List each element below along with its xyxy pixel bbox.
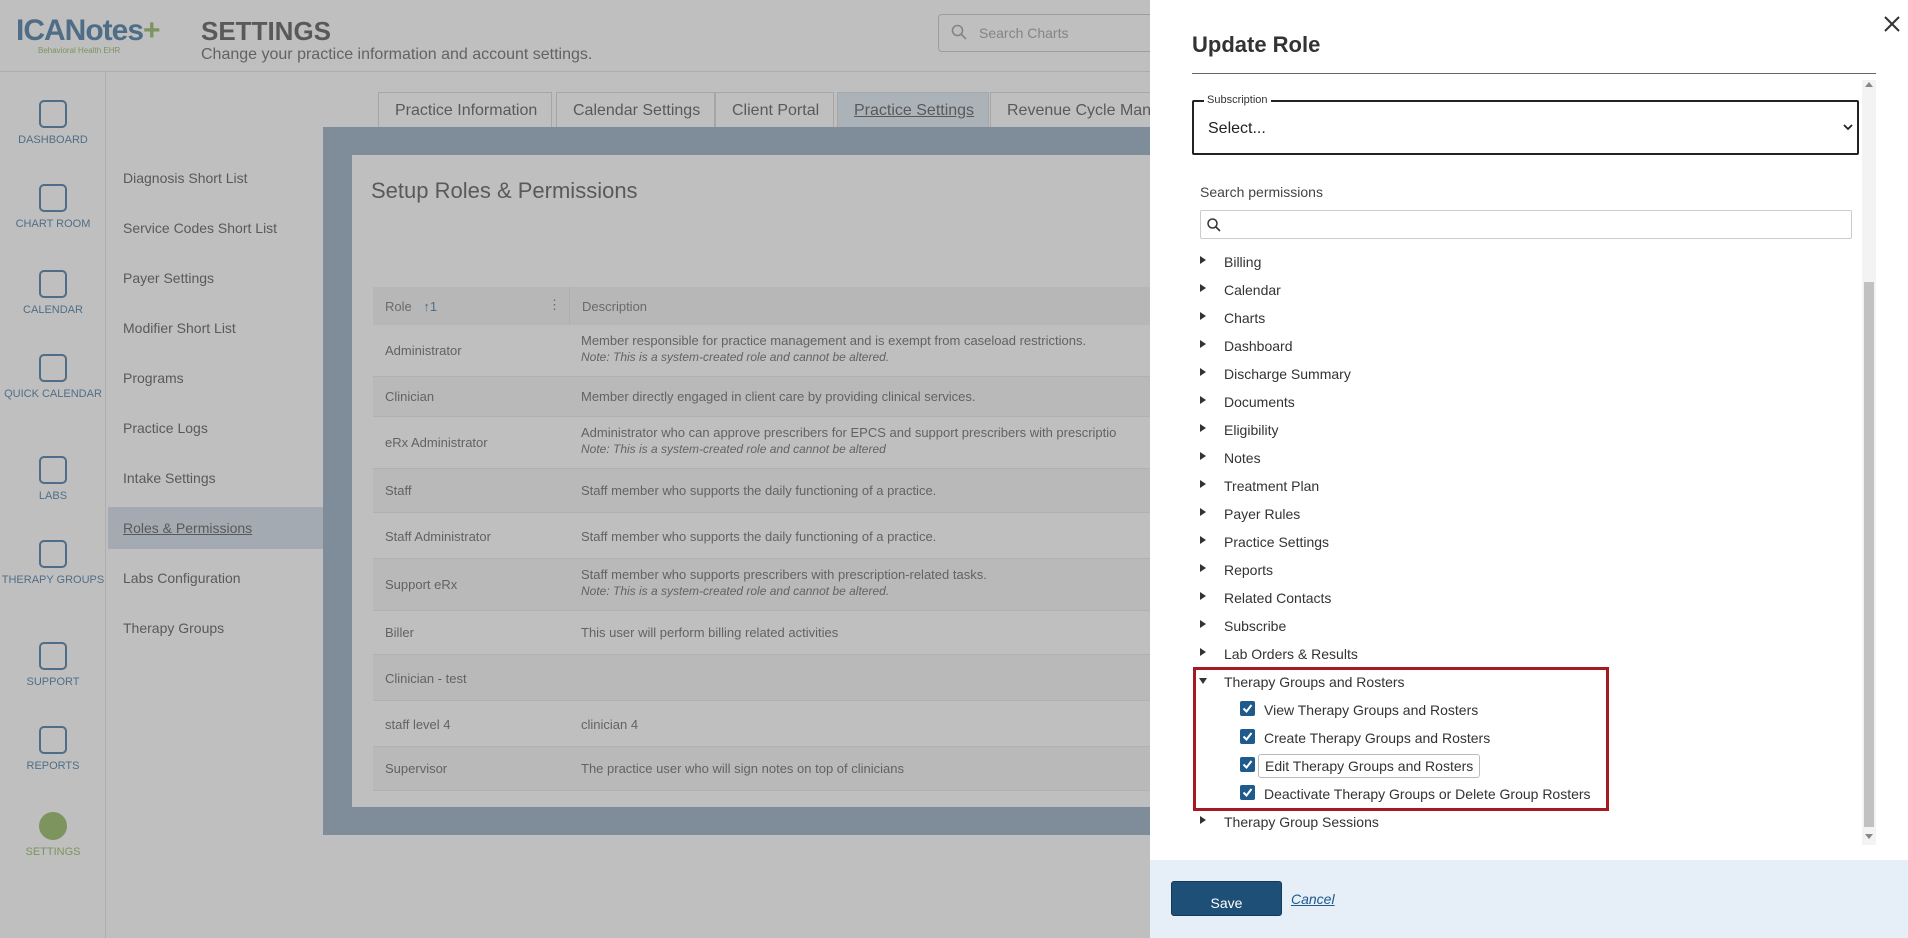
close-icon[interactable]	[1880, 12, 1904, 36]
title-divider	[1192, 73, 1876, 74]
caret-right-icon[interactable]	[1200, 648, 1206, 656]
subscription-label: Subscription	[1204, 94, 1271, 106]
caret-right-icon[interactable]	[1200, 424, 1206, 432]
caret-right-icon[interactable]	[1200, 452, 1206, 460]
search-permissions-input[interactable]	[1200, 210, 1852, 239]
scroll-down-arrow-icon[interactable]	[1865, 834, 1873, 839]
cancel-link[interactable]: Cancel	[1291, 891, 1335, 907]
chevron-down-icon	[1843, 124, 1853, 131]
scrollbar-thumb[interactable]	[1864, 282, 1874, 827]
caret-right-icon[interactable]	[1200, 620, 1206, 628]
drawer-title: Update Role	[1192, 32, 1321, 57]
caret-right-icon[interactable]	[1200, 256, 1206, 264]
search-icon	[1207, 218, 1221, 232]
save-button[interactable]: Save	[1171, 881, 1282, 916]
caret-right-icon[interactable]	[1200, 312, 1206, 320]
caret-right-icon[interactable]	[1200, 816, 1206, 824]
caret-right-icon[interactable]	[1200, 592, 1206, 600]
caret-right-icon[interactable]	[1200, 480, 1206, 488]
caret-right-icon[interactable]	[1200, 508, 1206, 516]
annotation-highlight-box	[1193, 667, 1609, 811]
caret-right-icon[interactable]	[1200, 284, 1206, 292]
search-permissions-label: Search permissions	[1200, 184, 1323, 200]
subscription-value: Select...	[1208, 120, 1266, 137]
caret-right-icon[interactable]	[1200, 536, 1206, 544]
caret-right-icon[interactable]	[1200, 564, 1206, 572]
subscription-select[interactable]	[1192, 100, 1859, 155]
scroll-up-arrow-icon[interactable]	[1865, 82, 1873, 87]
caret-right-icon[interactable]	[1200, 368, 1206, 376]
caret-right-icon[interactable]	[1200, 396, 1206, 404]
caret-right-icon[interactable]	[1200, 340, 1206, 348]
